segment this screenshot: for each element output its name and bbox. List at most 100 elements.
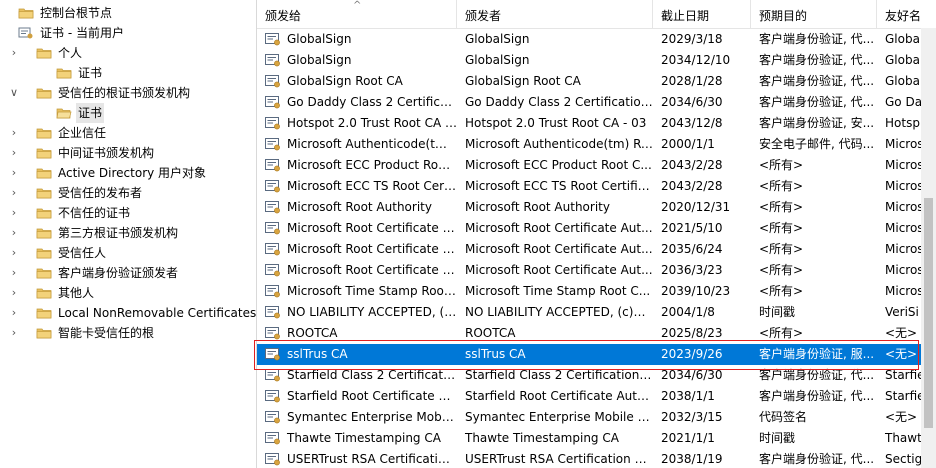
tree-item[interactable]: 控制台根节点: [0, 3, 256, 23]
tree-item[interactable]: › 受信任的发布者: [0, 183, 256, 203]
certificate-list-pane[interactable]: 颁发给 ^ 颁发者 截止日期 预期目的 友好名 GlobalSign Global…: [257, 0, 936, 468]
tree-item[interactable]: ∨ 受信任的根证书颁发机构: [0, 83, 256, 103]
certificate-row[interactable]: sslTrus CA sslTrus CA 2023/9/26 客户端身份验证, 服.…: [257, 344, 936, 365]
certificate-icon: [265, 264, 280, 277]
cell-issued-by: sslTrus CA: [465, 347, 526, 361]
folder-icon: [36, 48, 52, 59]
column-header-friendly-name[interactable]: 友好名: [877, 0, 936, 28]
tree-item[interactable]: › 第三方根证书颁发机构: [0, 223, 256, 243]
folder-icon: [36, 288, 52, 299]
tree-item[interactable]: 证书: [0, 63, 256, 83]
tree-item[interactable]: ∨ 证书 - 当前用户: [0, 23, 256, 43]
tree-item-label: 个人: [58, 46, 83, 60]
certificate-row[interactable]: NO LIABILITY ACCEPTED, (c)... NO LIABILIT…: [257, 302, 936, 323]
certificate-row[interactable]: GlobalSign Root CA GlobalSign Root CA 2028…: [257, 71, 936, 92]
expand-down-icon[interactable]: ∨: [0, 23, 4, 43]
cell-intended-purposes: 客户端身份验证, 代...: [759, 368, 875, 382]
tree-item-label: 受信任的根证书颁发机构: [58, 86, 191, 100]
column-header-intended-purposes[interactable]: 预期目的: [751, 0, 877, 28]
console-tree-pane[interactable]: 控制台根节点∨证书 - 当前用户›个人证书∨受信任的根证书颁发机构证书›企业信任…: [0, 0, 257, 468]
cell-expiration-date: 2036/3/23: [661, 263, 723, 277]
cell-intended-purposes: <所有>: [759, 158, 804, 172]
cell-issued-by: Symantec Enterprise Mobile R...: [465, 410, 653, 424]
column-header-bar: 颁发给 ^ 颁发者 截止日期 预期目的 友好名: [257, 0, 936, 29]
certificate-row[interactable]: Microsoft Root Certificate A... Microsoft…: [257, 218, 936, 239]
certificate-row[interactable]: Starfield Class 2 Certification... Starfi…: [257, 365, 936, 386]
cell-issued-to: Microsoft Root Authority: [287, 200, 432, 214]
certificate-row[interactable]: GlobalSign GlobalSign 2034/12/10 客户端身份验证, 代…: [257, 50, 936, 71]
certificate-row[interactable]: Microsoft Time Stamp Root ... Microsoft T…: [257, 281, 936, 302]
column-header-expiration-date[interactable]: 截止日期: [653, 0, 751, 28]
cell-intended-purposes: <所有>: [759, 284, 804, 298]
tree-item[interactable]: › 智能卡受信任的根: [0, 323, 256, 343]
cell-expiration-date: 2038/1/1: [661, 389, 715, 403]
expand-right-icon[interactable]: ›: [6, 143, 22, 163]
cell-expiration-date: 2034/6/30: [661, 95, 723, 109]
certificate-row[interactable]: Microsoft Root Certificate A... Microsoft…: [257, 239, 936, 260]
expand-right-icon[interactable]: ›: [6, 163, 22, 183]
certificate-row[interactable]: Microsoft Root Certificate A... Microsoft…: [257, 260, 936, 281]
cell-issued-to: GlobalSign: [287, 53, 352, 67]
expand-down-icon[interactable]: ∨: [6, 83, 22, 103]
certificate-row[interactable]: Microsoft ECC TS Root Certi... Microsoft …: [257, 176, 936, 197]
certificate-row[interactable]: ROOTCA ROOTCA 2025/8/23 <所有> <无>: [257, 323, 936, 344]
column-header-issued-to[interactable]: 颁发给 ^: [257, 0, 457, 28]
certificate-row[interactable]: Symantec Enterprise Mobile ... Symantec E…: [257, 407, 936, 428]
certificate-row[interactable]: Go Daddy Class 2 Certification... Go Dadd…: [257, 92, 936, 113]
tree-item[interactable]: › Local NonRemovable Certificates: [0, 303, 256, 323]
column-header-issued-by[interactable]: 颁发者: [457, 0, 653, 28]
tree-item-label: Local NonRemovable Certificates: [58, 306, 257, 320]
cell-expiration-date: 2021/5/10: [661, 221, 723, 235]
tree-item[interactable]: › 其他人: [0, 283, 256, 303]
certificate-icon: [265, 180, 280, 193]
tree-item[interactable]: › 受信任人: [0, 243, 256, 263]
cell-expiration-date: 2029/3/18: [661, 32, 723, 46]
expand-right-icon[interactable]: ›: [6, 183, 22, 203]
expand-right-icon[interactable]: ›: [6, 243, 22, 263]
tree-item[interactable]: › 不信任的证书: [0, 203, 256, 223]
certificate-row[interactable]: Hotspot 2.0 Trust Root CA - ... Hotspot 2…: [257, 113, 936, 134]
tree-item[interactable]: › Active Directory 用户对象: [0, 163, 256, 183]
tree-item[interactable]: › 客户端身份验证颁发者: [0, 263, 256, 283]
tree-item-label: 智能卡受信任的根: [58, 326, 155, 340]
cell-expiration-date: 2000/1/1: [661, 137, 715, 151]
folder-icon: [36, 88, 52, 99]
folder-icon: [36, 148, 52, 159]
expand-right-icon[interactable]: ›: [6, 203, 22, 223]
vertical-scrollbar[interactable]: [921, 28, 936, 468]
certificate-row[interactable]: USERTrust RSA Certification ... USERTrust…: [257, 449, 936, 468]
tree-item-label: 中间证书颁发机构: [58, 146, 155, 160]
tree-item[interactable]: › 中间证书颁发机构: [0, 143, 256, 163]
expand-right-icon[interactable]: ›: [6, 43, 22, 63]
tree-item[interactable]: › 企业信任: [0, 123, 256, 143]
certificate-icon: [265, 201, 280, 214]
expand-right-icon[interactable]: ›: [6, 323, 22, 343]
certificate-icon: [265, 75, 280, 88]
certificate-icon: [265, 285, 280, 298]
cell-expiration-date: 2028/1/28: [661, 74, 723, 88]
expand-right-icon[interactable]: ›: [6, 263, 22, 283]
tree-item[interactable]: › 个人: [0, 43, 256, 63]
certificate-row[interactable]: Starfield Root Certificate Aut... Starfie…: [257, 386, 936, 407]
certificate-row[interactable]: Microsoft Root Authority Microsoft Root A…: [257, 197, 936, 218]
cell-intended-purposes: 安全电子邮件, 代码...: [759, 137, 875, 151]
cert-store-icon: [18, 27, 33, 39]
folder-open-icon: [56, 108, 72, 119]
cell-intended-purposes: <所有>: [759, 221, 804, 235]
expand-right-icon[interactable]: ›: [6, 223, 22, 243]
tree-item-label: 控制台根节点: [40, 6, 113, 20]
certificate-row[interactable]: Thawte Timestamping CA Thawte Timestampin…: [257, 428, 936, 449]
expand-right-icon[interactable]: ›: [6, 283, 22, 303]
tree-item[interactable]: 证书: [0, 103, 256, 123]
tree-item-label: 证书: [78, 66, 103, 80]
scrollbar-thumb[interactable]: [924, 198, 933, 428]
certificate-icon: [265, 411, 280, 424]
cell-intended-purposes: <所有>: [759, 242, 804, 256]
expand-right-icon[interactable]: ›: [6, 123, 22, 143]
certificate-row[interactable]: Microsoft ECC Product Root... Microsoft E…: [257, 155, 936, 176]
cell-issued-by: Starfield Class 2 Certification A...: [465, 368, 653, 382]
certificate-row[interactable]: Microsoft Authenticode(tm) Ro... Microsof…: [257, 134, 936, 155]
expand-right-icon[interactable]: ›: [6, 303, 22, 323]
certificate-row[interactable]: GlobalSign GlobalSign 2029/3/18 客户端身份验证, 代.…: [257, 29, 936, 50]
cell-expiration-date: 2032/3/15: [661, 410, 723, 424]
